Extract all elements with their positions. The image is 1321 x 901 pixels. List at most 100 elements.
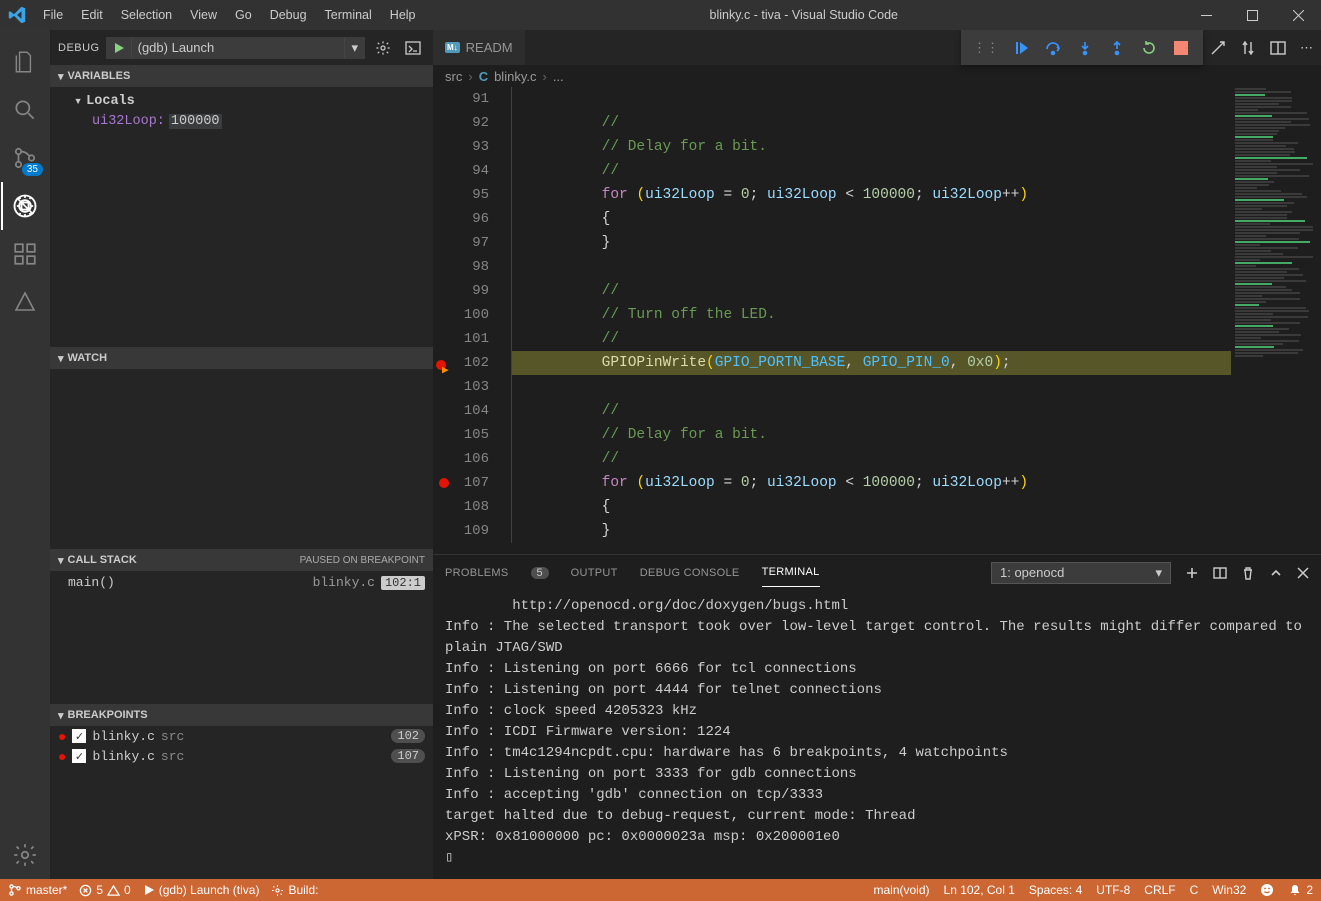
status-errors[interactable]: 5 0 [79, 883, 130, 897]
menu-debug[interactable]: Debug [261, 8, 316, 22]
code-line[interactable] [511, 87, 1231, 111]
split-terminal-icon[interactable] [1213, 566, 1227, 580]
code-line[interactable]: for (ui32Loop = 0; ui32Loop < 100000; ui… [511, 183, 1231, 207]
more-actions-icon[interactable]: ⋯ [1300, 40, 1313, 56]
restart-button[interactable] [1135, 34, 1163, 62]
step-out-button[interactable] [1103, 34, 1131, 62]
locals-group[interactable]: ▾ Locals [58, 91, 425, 112]
line-number[interactable]: 92 [433, 111, 489, 135]
close-panel-icon[interactable] [1297, 567, 1309, 579]
line-number[interactable]: 94 [433, 159, 489, 183]
code-line[interactable]: // Delay for a bit. [511, 135, 1231, 159]
line-number[interactable]: 109 [433, 519, 489, 543]
source-control-icon[interactable]: 35 [1, 134, 49, 182]
status-notifications[interactable]: 2 [1288, 883, 1313, 897]
status-build[interactable]: Build: [271, 883, 318, 897]
line-number[interactable]: 93 [433, 135, 489, 159]
debug-settings-icon[interactable] [371, 40, 395, 56]
chevron-down-icon[interactable]: ▾ [344, 38, 364, 58]
callstack-frame[interactable]: main() blinky.c 102:1 [50, 571, 433, 594]
line-number[interactable]: 104 [433, 399, 489, 423]
variables-section-header[interactable]: ▾ VARIABLES [50, 65, 433, 87]
code-editor[interactable]: 919293949596979899100101102▶103104105106… [433, 87, 1321, 554]
cmake-icon[interactable] [1, 278, 49, 326]
callstack-section-header[interactable]: ▾ CALL STACK PAUSED ON BREAKPOINT [50, 549, 433, 571]
code-line[interactable]: for (ui32Loop = 0; ui32Loop < 100000; ui… [511, 471, 1231, 495]
status-language[interactable]: C [1190, 883, 1199, 897]
menu-edit[interactable]: Edit [72, 8, 112, 22]
line-number[interactable]: 101 [433, 327, 489, 351]
minimap[interactable] [1231, 87, 1321, 554]
code-line[interactable]: } [511, 519, 1231, 543]
code-line[interactable]: // [511, 399, 1231, 423]
menu-view[interactable]: View [181, 8, 226, 22]
tab-output[interactable]: OUTPUT [571, 559, 618, 587]
tab-debug-console[interactable]: DEBUG CONSOLE [640, 559, 740, 587]
drag-grip-icon[interactable]: ⋮⋮ [969, 40, 1003, 56]
stop-button[interactable] [1167, 34, 1195, 62]
line-number[interactable]: 91 [433, 87, 489, 111]
breakpoint-checkbox[interactable]: ✓ [72, 749, 86, 763]
tab-readme[interactable]: M↓ READM [433, 30, 525, 65]
maximize-button[interactable] [1229, 0, 1275, 30]
debug-floating-toolbar[interactable]: ⋮⋮ [961, 30, 1203, 65]
breakpoint-row[interactable]: ● ✓ blinky.c src 107 [50, 746, 433, 766]
status-os[interactable]: Win32 [1212, 883, 1246, 897]
breadcrumb-segment[interactable]: src [445, 69, 462, 84]
breakpoint-marker-icon[interactable] [439, 478, 449, 488]
code-line[interactable]: { [511, 207, 1231, 231]
breakpoint-row[interactable]: ● ✓ blinky.c src 102 [50, 726, 433, 746]
menu-go[interactable]: Go [226, 8, 261, 22]
line-number[interactable]: 103 [433, 375, 489, 399]
debug-console-toggle-icon[interactable] [401, 40, 425, 56]
code-line[interactable]: // [511, 159, 1231, 183]
tab-problems[interactable]: PROBLEMS [445, 559, 509, 587]
kill-terminal-icon[interactable] [1241, 566, 1255, 580]
step-over-button[interactable] [1039, 34, 1067, 62]
breakpoints-section-header[interactable]: ▾ BREAKPOINTS [50, 704, 433, 726]
terminal-content[interactable]: http://openocd.org/doc/doxygen/bugs.html… [433, 590, 1321, 879]
step-into-button[interactable] [1071, 34, 1099, 62]
line-number[interactable]: 98 [433, 255, 489, 279]
code-line[interactable] [511, 255, 1231, 279]
close-button[interactable] [1275, 0, 1321, 30]
new-terminal-icon[interactable] [1185, 566, 1199, 580]
breadcrumb-segment[interactable]: ... [553, 69, 564, 84]
status-encoding[interactable]: UTF-8 [1096, 883, 1130, 897]
watch-section-header[interactable]: ▾ WATCH [50, 347, 433, 369]
breadcrumb-segment[interactable]: blinky.c [494, 69, 536, 84]
breadcrumb[interactable]: src › C blinky.c › ... [433, 65, 1321, 87]
code-line[interactable]: } [511, 231, 1231, 255]
explorer-icon[interactable] [1, 38, 49, 86]
menu-file[interactable]: File [34, 8, 72, 22]
breakpoint-checkbox[interactable]: ✓ [72, 729, 86, 743]
line-number[interactable]: 102▶ [433, 351, 489, 375]
debug-icon[interactable] [1, 182, 49, 230]
debug-config-dropdown[interactable]: (gdb) Launch ▾ [106, 37, 365, 59]
settings-icon[interactable] [1, 831, 49, 879]
maximize-panel-icon[interactable] [1269, 566, 1283, 580]
code-line[interactable]: // [511, 111, 1231, 135]
status-eol[interactable]: CRLF [1144, 883, 1175, 897]
terminal-select[interactable]: 1: openocd▾ [991, 562, 1171, 584]
line-number[interactable]: 95 [433, 183, 489, 207]
code-line[interactable]: // Turn off the LED. [511, 303, 1231, 327]
status-position[interactable]: Ln 102, Col 1 [944, 883, 1015, 897]
tab-terminal[interactable]: TERMINAL [762, 558, 820, 587]
code-line[interactable]: // [511, 327, 1231, 351]
status-branch[interactable]: master* [8, 883, 67, 897]
menu-terminal[interactable]: Terminal [316, 8, 381, 22]
minimize-button[interactable] [1183, 0, 1229, 30]
status-launch[interactable]: (gdb) Launch (tiva) [143, 883, 260, 897]
line-number[interactable]: 107 [433, 471, 489, 495]
code-line[interactable] [511, 375, 1231, 399]
menu-help[interactable]: Help [381, 8, 425, 22]
open-changes-icon[interactable] [1210, 40, 1226, 56]
split-editor-icon[interactable] [1270, 40, 1286, 56]
line-number[interactable]: 97 [433, 231, 489, 255]
line-number[interactable]: 100 [433, 303, 489, 327]
line-number[interactable]: 106 [433, 447, 489, 471]
line-number[interactable]: 105 [433, 423, 489, 447]
start-debug-icon[interactable] [107, 38, 132, 58]
code-line[interactable]: // [511, 279, 1231, 303]
